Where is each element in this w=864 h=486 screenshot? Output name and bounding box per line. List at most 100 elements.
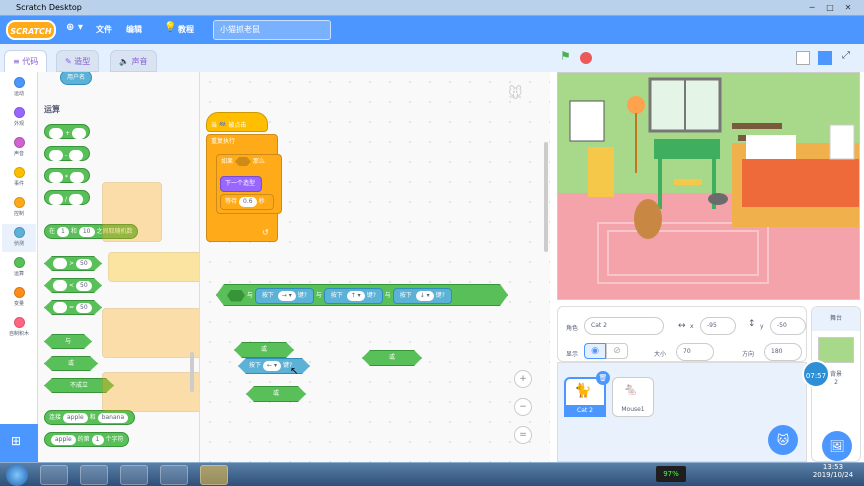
op-input[interactable] — [49, 172, 63, 183]
zoom-reset-button[interactable]: = — [514, 426, 532, 444]
menu-edit[interactable]: 编辑 — [126, 24, 142, 35]
category-1[interactable]: 外观 — [2, 104, 36, 132]
stop-icon[interactable] — [580, 52, 592, 64]
tab-code[interactable]: ≡ 代码 — [4, 50, 48, 72]
wait-seconds-input[interactable]: 0.6 — [239, 196, 257, 207]
or-block-2[interactable]: 或 — [362, 350, 422, 366]
palette-block-compare[interactable]: >50 — [44, 256, 102, 271]
key-dropdown-down[interactable]: ↓ ▾ — [416, 291, 434, 301]
stage-canvas[interactable] — [557, 72, 860, 300]
palette-block-join[interactable]: 连接 apple 和 banana — [44, 410, 136, 425]
compare-input-left[interactable] — [53, 302, 67, 313]
start-button-icon[interactable] — [6, 464, 28, 486]
compare-input-right[interactable]: 50 — [76, 303, 92, 313]
wait-block[interactable]: 等待 0.6 秒 — [220, 194, 274, 210]
letter-of-string-input[interactable]: apple — [51, 434, 76, 445]
minimize-button[interactable]: ─ — [806, 2, 818, 13]
script-workspace[interactable]: 🐭 当 🏁 被点击 重复执行 如果 那么 下一个造型 等待 0.6 秒 ↺ 与 按下… — [200, 72, 550, 462]
zoom-out-button[interactable]: − — [514, 398, 532, 416]
palette-scrollbar[interactable] — [190, 352, 194, 392]
close-button[interactable]: ✕ — [842, 2, 854, 13]
key-pressed-left-block[interactable]: 按下 ← ▾ 键? — [238, 358, 310, 374]
compare-input-right[interactable]: 50 — [76, 259, 92, 269]
category-0[interactable]: 运动 — [2, 74, 36, 102]
large-stage-icon[interactable] — [818, 51, 832, 65]
menu-tutorials[interactable]: 教程 — [178, 24, 194, 35]
taskbar-ppt-icon[interactable] — [160, 465, 188, 485]
key-dropdown-left[interactable]: ← ▾ — [263, 361, 281, 371]
add-sprite-icon[interactable]: 🐱 — [768, 425, 798, 455]
palette-block-letter-of[interactable]: apple 的第 1 个字符 — [44, 432, 129, 447]
key-dropdown-up[interactable]: ↑ ▾ — [347, 291, 365, 301]
category-3[interactable]: 事件 — [2, 164, 36, 192]
palette-block-op[interactable]: * — [44, 168, 90, 183]
palette-block-op[interactable]: + — [44, 124, 90, 139]
palette-block-compare[interactable]: = 50 — [44, 300, 102, 315]
palette-block-username[interactable]: 用户名 — [60, 72, 93, 85]
taskbar-scratch-icon[interactable] — [200, 465, 228, 485]
op-input[interactable] — [49, 150, 63, 161]
size-input[interactable]: 70 — [676, 343, 714, 361]
compare-input-left[interactable] — [53, 280, 67, 291]
category-5[interactable]: 侦测 — [2, 224, 36, 252]
op-input[interactable] — [70, 172, 84, 183]
zoom-in-button[interactable]: + — [514, 370, 532, 388]
op-input[interactable] — [49, 128, 63, 139]
category-8[interactable]: 自制积木 — [2, 314, 36, 342]
category-2[interactable]: 声音 — [2, 134, 36, 162]
taskbar-clock[interactable]: 13:53 2019/10/24 — [808, 463, 858, 479]
category-6[interactable]: 运算 — [2, 254, 36, 282]
taskbar-folder-icon[interactable] — [80, 465, 108, 485]
palette-block-or[interactable]: 或 — [44, 356, 98, 371]
letter-of-index-input[interactable]: 1 — [91, 434, 104, 445]
palette-block-op[interactable]: - — [44, 146, 90, 161]
or-block-1[interactable]: 或 — [234, 342, 294, 358]
taskbar-paint-icon[interactable] — [120, 465, 148, 485]
key-dropdown-right[interactable]: → ▾ — [278, 291, 296, 301]
key-pressed-down-block[interactable]: 按下 ↓ ▾ 键? — [393, 288, 452, 304]
key-pressed-right-block[interactable]: 按下 → ▾ 键? — [255, 288, 314, 304]
add-extension-button[interactable]: ⊞ — [0, 424, 38, 462]
op-input[interactable] — [69, 150, 84, 161]
random-to-input[interactable]: 10 — [78, 226, 95, 237]
delete-sprite-trash-icon[interactable]: 🗑 — [596, 371, 610, 385]
scratch-logo[interactable]: SCRATCH — [6, 20, 56, 40]
or-block-3[interactable]: 或 — [246, 386, 306, 402]
empty-boolean-slot[interactable] — [227, 290, 245, 302]
next-costume-block[interactable]: 下一个造型 — [220, 176, 262, 192]
menu-file[interactable]: 文件 — [96, 24, 112, 35]
language-globe-icon[interactable]: ⊕ ▾ — [66, 22, 83, 33]
sprite-name-input[interactable]: Cat 2 — [584, 317, 664, 335]
palette-block-and[interactable]: 与 — [44, 334, 92, 349]
and-and-and-block[interactable]: 与 按下 → ▾ 键? 与 按下 ↑ ▾ 键? 与 按下 ↓ ▾ 键? — [216, 284, 508, 306]
category-7[interactable]: 变量 — [2, 284, 36, 312]
small-stage-icon[interactable] — [796, 51, 810, 65]
y-position-input[interactable]: -50 — [770, 317, 806, 335]
join-input-1[interactable]: apple — [63, 412, 88, 423]
tab-sounds[interactable]: 🔈 声音 — [110, 50, 157, 72]
if-condition-slot[interactable] — [234, 157, 251, 166]
op-input[interactable] — [72, 128, 87, 139]
when-flag-clicked-block[interactable]: 当 🏁 被点击 — [206, 112, 268, 132]
workspace-scrollbar[interactable] — [544, 142, 548, 252]
op-input[interactable] — [49, 194, 63, 205]
taskbar-app-icon[interactable] — [40, 465, 68, 485]
x-position-input[interactable]: -95 — [700, 317, 736, 335]
stage-thumbnail[interactable] — [818, 337, 854, 363]
category-4[interactable]: 控制 — [2, 194, 36, 222]
fullscreen-icon[interactable]: ⤢ — [842, 50, 850, 61]
palette-block-compare[interactable]: <50 — [44, 278, 102, 293]
tab-costumes[interactable]: ✎ 造型 — [56, 50, 100, 72]
op-input[interactable] — [69, 194, 84, 205]
project-title-input[interactable]: 小猫抓老鼠 — [213, 20, 331, 40]
green-flag-icon[interactable]: ⚑ — [560, 49, 571, 63]
random-from-input[interactable]: 1 — [57, 226, 69, 237]
sprite-thumb-mouse1[interactable]: 🐁 Mouse1 — [612, 377, 654, 417]
show-sprite-eye-icon[interactable]: ◉ — [584, 343, 606, 359]
join-input-2[interactable]: banana — [97, 412, 129, 423]
maximize-button[interactable]: □ — [824, 2, 836, 13]
compare-input-left[interactable] — [53, 258, 67, 269]
compare-input-right[interactable]: 50 — [76, 281, 92, 291]
battery-indicator[interactable]: 97% — [656, 466, 686, 482]
hide-sprite-eye-icon[interactable]: ⊘ — [606, 343, 628, 359]
